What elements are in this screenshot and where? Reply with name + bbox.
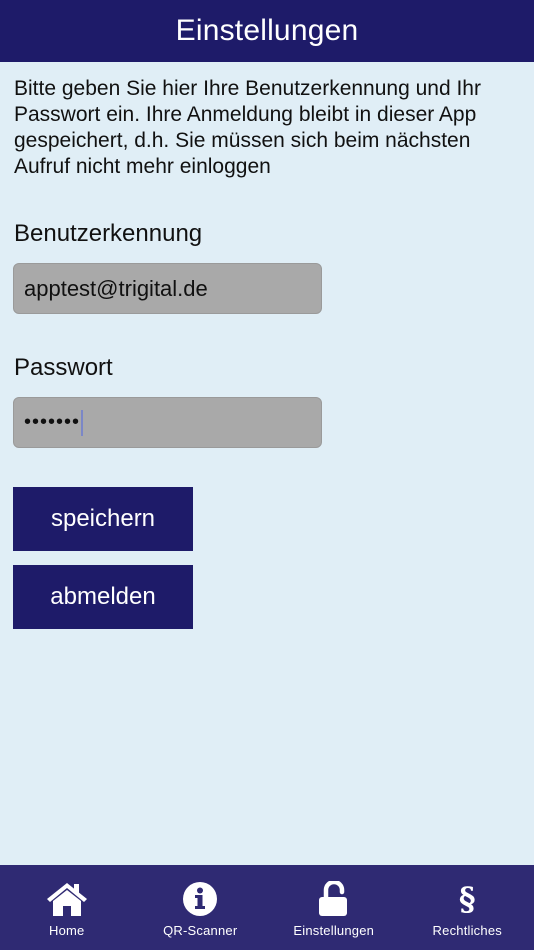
password-field[interactable]: •••••••: [13, 397, 322, 448]
logout-button[interactable]: abmelden: [13, 565, 193, 629]
username-label: Benutzerkennung: [14, 220, 203, 247]
username-value: apptest@trigital.de: [24, 275, 208, 301]
username-field[interactable]: apptest@trigital.de: [13, 263, 322, 314]
save-button[interactable]: speichern: [13, 487, 193, 551]
tab-einstellungen-label: Einstellungen: [293, 923, 375, 938]
tab-qr-scanner[interactable]: QR-Scanner: [134, 865, 268, 950]
paragraph-icon: §: [458, 880, 476, 918]
tab-home[interactable]: Home: [0, 865, 134, 950]
tab-rechtliches[interactable]: § Rechtliches: [401, 865, 534, 950]
text-caret: [81, 409, 84, 436]
intro-text: Bitte geben Sie hier Ihre Benutzerkennun…: [14, 77, 481, 178]
tab-einstellungen[interactable]: Einstellungen: [267, 865, 401, 950]
tab-bar: Home QR-Scanner Einstellungen § Rechtlic…: [0, 865, 534, 950]
home-icon: [45, 879, 89, 919]
unlock-icon: [312, 879, 356, 919]
page-title: Einstellungen: [175, 14, 359, 47]
tab-qr-scanner-label: QR-Scanner: [163, 923, 238, 938]
tab-home-label: Home: [49, 923, 85, 938]
info-icon: [178, 879, 222, 919]
password-masked-value: •••••••: [24, 411, 81, 433]
nav-header: Einstellungen: [0, 0, 534, 62]
tab-rechtliches-label: Rechtliches: [432, 923, 502, 938]
password-label: Passwort: [14, 354, 113, 381]
